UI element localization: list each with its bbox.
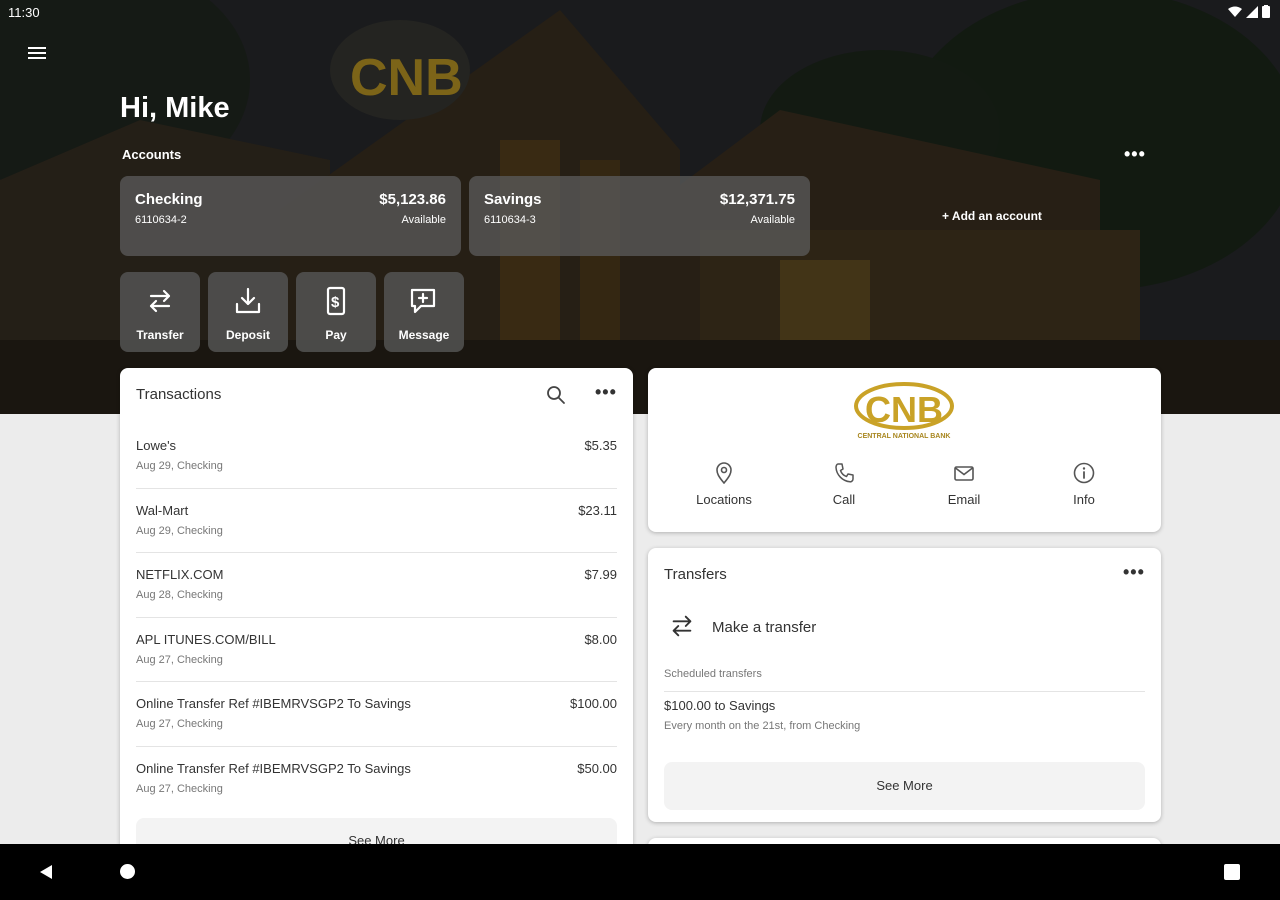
account-name: Savings	[484, 191, 542, 208]
transactions-title: Transactions	[136, 386, 222, 403]
phone-icon	[835, 463, 854, 483]
locations-label: Locations	[696, 492, 752, 507]
quick-action-label: Pay	[325, 328, 347, 342]
scheduled-transfer-subtitle: Every month on the 21st, from Checking	[664, 720, 861, 732]
transaction-row[interactable]: APL ITUNES.COM/BILL Aug 27, Checking $8.…	[136, 618, 617, 682]
transaction-description: APL ITUNES.COM/BILL	[136, 631, 276, 647]
account-balance-label: Available	[401, 214, 446, 226]
transfers-card: Transfers ••• Make a transfer Scheduled …	[648, 548, 1161, 822]
accounts-label: Accounts	[122, 147, 182, 162]
transaction-description: Online Transfer Ref #IBEMRVSGP2 To Savin…	[136, 696, 411, 711]
quick-action-label: Deposit	[225, 328, 270, 342]
make-transfer-button[interactable]: Make a transfer	[664, 608, 1144, 644]
quick-action-label: Transfer	[136, 328, 184, 342]
bank-logo-text: CNB	[865, 389, 943, 430]
add-account-link[interactable]: + Add an account	[942, 209, 1042, 223]
search-icon[interactable]	[546, 385, 566, 405]
transaction-row[interactable]: Online Transfer Ref #IBEMRVSGP2 To Savin…	[136, 747, 617, 812]
transaction-amount: $5.35	[584, 438, 617, 453]
transaction-meta: Aug 28, Checking	[136, 589, 223, 601]
transaction-amount: $7.99	[584, 567, 617, 582]
battery-icon	[1262, 5, 1270, 18]
transaction-row[interactable]: Lowe's Aug 29, Checking $5.35	[136, 424, 617, 489]
quick-action-label: Message	[398, 328, 450, 342]
account-balance: $12,371.75	[719, 191, 795, 208]
call-label: Call	[832, 492, 856, 507]
status-bar: 11:30	[0, 0, 1280, 26]
transaction-description: Lowe's	[136, 438, 177, 453]
transaction-meta: Aug 27, Checking	[136, 653, 223, 666]
scheduled-transfer-title: $100.00 to Savings	[664, 698, 776, 713]
transactions-card: Transactions ••• Lowe's Aug 29, Checking…	[120, 368, 633, 868]
transfer-icon	[672, 615, 692, 637]
status-icons	[1228, 5, 1270, 18]
recents-icon[interactable]	[1224, 864, 1240, 880]
status-time: 11:30	[8, 5, 40, 20]
deposit-button[interactable]: Deposit	[208, 272, 288, 352]
home-icon[interactable]	[120, 864, 135, 879]
transaction-amount: $50.00	[577, 760, 617, 776]
transactions-more-icon[interactable]: •••	[595, 382, 617, 403]
pay-button[interactable]: $ Pay	[296, 272, 376, 352]
transfer-button[interactable]: Transfer	[120, 272, 200, 352]
system-nav-bar	[0, 844, 1280, 900]
transaction-amount: $100.00	[570, 696, 617, 711]
info-icon	[1073, 462, 1095, 484]
transaction-meta: Aug 27, Checking	[136, 718, 223, 730]
scheduled-transfers-label: Scheduled transfers	[664, 668, 762, 680]
account-card-checking[interactable]: Checking 6110634-2 $5,123.86 Available	[120, 176, 461, 256]
locations-button[interactable]: Locations	[674, 462, 774, 507]
location-pin-icon	[716, 462, 732, 484]
make-transfer-label: Make a transfer	[712, 619, 817, 636]
message-icon	[410, 288, 436, 314]
bank-logo: CNB CENTRAL NATIONAL BANK	[854, 382, 954, 440]
transaction-row[interactable]: NETFLIX.COM Aug 28, Checking $7.99	[136, 553, 617, 618]
account-balance-label: Available	[750, 214, 795, 226]
signal-icon	[1246, 5, 1258, 18]
transfers-see-more-button[interactable]: See More	[664, 762, 1145, 810]
scheduled-transfer-item[interactable]: $100.00 to Savings Every month on the 21…	[664, 698, 1144, 732]
transaction-row[interactable]: Wal-Mart Aug 29, Checking $23.11	[136, 489, 617, 553]
email-label: Email	[947, 492, 981, 507]
deposit-icon	[235, 287, 261, 314]
call-button[interactable]: Call	[794, 462, 894, 507]
transaction-description: Wal-Mart	[136, 502, 189, 518]
wifi-icon	[1228, 6, 1242, 17]
transaction-meta: Aug 29, Checking	[136, 460, 223, 472]
transaction-row[interactable]: Online Transfer Ref #IBEMRVSGP2 To Savin…	[136, 682, 617, 747]
transaction-amount: $23.11	[578, 502, 617, 518]
greeting: Hi, Mike	[120, 92, 230, 124]
email-icon	[954, 466, 974, 481]
transaction-description: Online Transfer Ref #IBEMRVSGP2 To Savin…	[136, 760, 411, 776]
pay-icon: $	[326, 286, 346, 316]
bank-logo-subtext: CENTRAL NATIONAL BANK	[858, 433, 951, 440]
transfers-more-icon[interactable]: •••	[1123, 562, 1145, 583]
account-balance: $5,123.86	[379, 191, 446, 208]
account-card-savings[interactable]: Savings 6110634-3 $12,371.75 Available	[469, 176, 810, 256]
divider	[664, 691, 1145, 692]
transaction-amount: $8.00	[584, 631, 617, 647]
back-icon[interactable]	[38, 864, 54, 880]
account-name: Checking	[135, 191, 203, 208]
transactions-list: Lowe's Aug 29, Checking $5.35 Wal-Mart A…	[136, 424, 617, 811]
message-button[interactable]: Message	[384, 272, 464, 352]
transfer-icon	[149, 289, 171, 313]
svg-text:$: $	[331, 294, 340, 311]
menu-icon[interactable]	[24, 44, 50, 70]
accounts-more-icon[interactable]: •••	[1124, 144, 1146, 165]
transaction-description: NETFLIX.COM	[136, 567, 224, 582]
transaction-meta: Aug 29, Checking	[136, 524, 223, 537]
account-number: 6110634-2	[135, 214, 187, 226]
info-label: Info	[1073, 492, 1095, 507]
bank-info-card: CNB CENTRAL NATIONAL BANK Locations Call…	[648, 368, 1161, 532]
account-number: 6110634-3	[484, 214, 536, 226]
info-button[interactable]: Info	[1034, 462, 1134, 507]
email-button[interactable]: Email	[914, 462, 1014, 507]
transfers-title: Transfers	[664, 566, 727, 583]
transaction-meta: Aug 27, Checking	[136, 782, 223, 795]
